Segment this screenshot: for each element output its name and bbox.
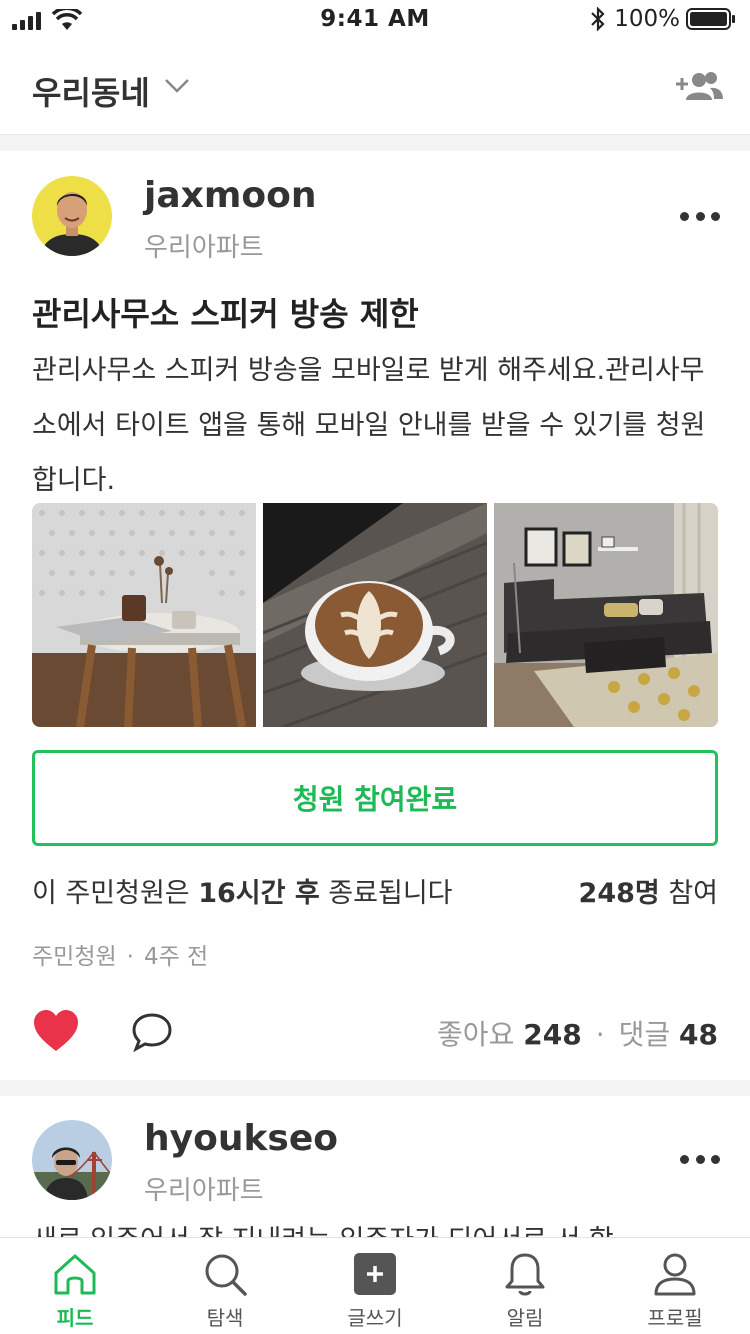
tab-label: 프로필 xyxy=(647,1306,703,1330)
petition-deadline: 이 주민청원은 16시간 후 종료됩니다 xyxy=(32,878,453,909)
tab-feed[interactable]: 피드 xyxy=(0,1238,150,1334)
post-card: jaxmoon 우리아파트 관리사무소 스피커 방송 제한 관리사무소 스피커 … xyxy=(0,151,750,1079)
bell-icon xyxy=(505,1253,545,1296)
author-location: 우리아파트 xyxy=(144,1176,264,1206)
tab-write[interactable]: 글쓰기 xyxy=(300,1238,450,1334)
avatar[interactable] xyxy=(32,176,112,256)
more-options-icon[interactable] xyxy=(680,1152,720,1166)
comment-icon[interactable] xyxy=(130,1011,174,1053)
write-icon xyxy=(354,1253,396,1295)
heart-icon[interactable] xyxy=(32,1009,80,1053)
photo-living-room[interactable] xyxy=(494,503,718,727)
likes-count: 248 xyxy=(523,1018,582,1051)
status-bar: 9:41 AM 100% xyxy=(0,0,750,40)
app-header: 우리동네 xyxy=(0,40,750,135)
feed-separator xyxy=(0,1080,750,1096)
tab-label: 탐색 xyxy=(206,1306,244,1330)
post-age: 4주 전 xyxy=(143,944,209,970)
tab-profile[interactable]: 프로필 xyxy=(600,1238,750,1334)
post-stats: 좋아요 248 · 댓글 48 xyxy=(437,1018,718,1051)
petition-participants: 248명 참여 xyxy=(578,878,718,909)
battery-percent: 100% xyxy=(614,6,680,32)
photo-cafe-table[interactable] xyxy=(32,503,256,727)
post-meta: 주민청원 · 4주 전 xyxy=(32,944,209,970)
more-options-icon[interactable] xyxy=(680,209,720,223)
author-name[interactable]: hyoukseo xyxy=(144,1118,338,1159)
photo-gallery xyxy=(32,503,718,727)
add-friend-icon[interactable] xyxy=(674,70,724,102)
petition-joined-button[interactable]: 청원 참여완료 xyxy=(32,750,718,846)
tab-label: 알림 xyxy=(506,1306,544,1330)
neighborhood-title[interactable]: 우리동네 xyxy=(32,68,150,114)
post-body: 관리사무소 스피커 방송을 모바일로 받게 해주세요.관리사무소에서 타이트 앱… xyxy=(32,355,706,496)
tab-bar: 피드 탐색 글쓰기 알림 프로필 xyxy=(0,1237,750,1334)
home-icon xyxy=(54,1254,96,1295)
tab-label: 글쓰기 xyxy=(347,1306,403,1330)
profile-icon xyxy=(654,1253,696,1296)
tab-explore[interactable]: 탐색 xyxy=(150,1238,300,1334)
feed-separator xyxy=(0,135,750,151)
photo-latte[interactable] xyxy=(263,503,487,727)
battery-icon xyxy=(686,8,735,30)
post-title: 관리사무소 스피커 방송 제한 xyxy=(32,295,419,333)
avatar[interactable] xyxy=(32,1120,112,1200)
author-name[interactable]: jaxmoon xyxy=(144,175,316,216)
post-category[interactable]: 주민청원 xyxy=(32,944,117,970)
author-location: 우리아파트 xyxy=(144,233,264,263)
chevron-down-icon[interactable] xyxy=(164,78,190,94)
search-icon xyxy=(205,1254,247,1296)
comments-count: 48 xyxy=(679,1018,718,1051)
bluetooth-icon xyxy=(591,7,605,31)
tab-notifications[interactable]: 알림 xyxy=(450,1238,600,1334)
tab-label: 피드 xyxy=(56,1306,94,1330)
